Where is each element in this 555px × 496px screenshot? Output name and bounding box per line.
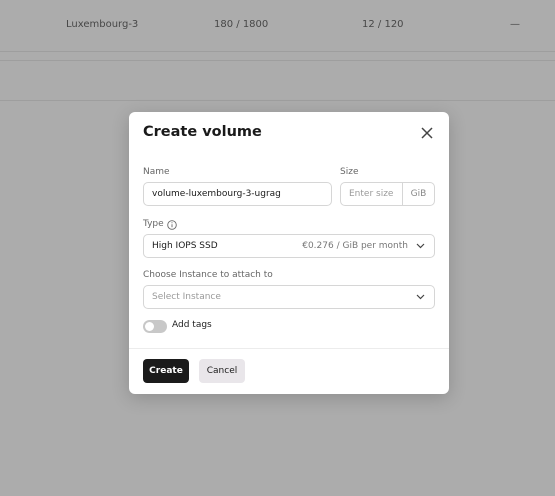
modal-title: Create volume (143, 124, 262, 140)
footer-divider (129, 348, 449, 349)
size-placeholder: Enter size (349, 189, 394, 199)
type-price: €0.276 / GiB per month (302, 241, 408, 251)
chevron-down-icon (416, 294, 425, 300)
info-icon[interactable] (167, 220, 177, 230)
cancel-button[interactable]: Cancel (199, 359, 245, 383)
add-tags-label: Add tags (172, 320, 212, 330)
instance-label: Choose Instance to attach to (143, 270, 273, 280)
create-volume-modal: Create volume Name volume-luxembourg-3-u… (129, 112, 449, 394)
close-icon (421, 127, 433, 139)
chevron-down-icon (416, 243, 425, 249)
name-input[interactable]: volume-luxembourg-3-ugrag (143, 182, 332, 206)
name-label: Name (143, 167, 170, 177)
type-value: High IOPS SSD (152, 241, 218, 251)
instance-placeholder: Select Instance (152, 292, 221, 302)
close-button[interactable] (417, 123, 437, 143)
type-label: Type (143, 219, 164, 229)
create-button[interactable]: Create (143, 359, 189, 383)
type-select[interactable]: High IOPS SSD €0.276 / GiB per month (143, 234, 435, 258)
name-value: volume-luxembourg-3-ugrag (152, 189, 281, 199)
add-tags-toggle[interactable] (143, 320, 167, 333)
size-unit: GiB (402, 183, 434, 205)
instance-select[interactable]: Select Instance (143, 285, 435, 309)
size-label: Size (340, 167, 359, 177)
size-input[interactable]: Enter size GiB (340, 182, 435, 206)
toggle-knob (145, 322, 154, 331)
